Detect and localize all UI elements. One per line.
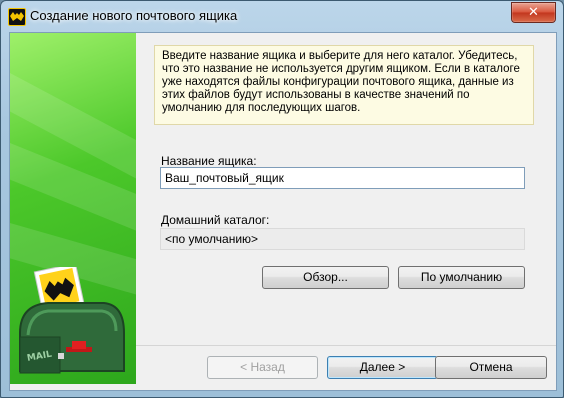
browse-button[interactable]: Обзор... bbox=[262, 266, 389, 289]
wizard-client-area: MAIL Введите название ящика и выберите д… bbox=[9, 32, 557, 391]
side-banner: MAIL bbox=[10, 33, 136, 384]
next-button[interactable]: Далее > bbox=[327, 356, 438, 379]
mailbox-name-input[interactable]: Ваш_почтовый_ящик bbox=[160, 167, 525, 189]
default-dir-button[interactable]: По умолчанию bbox=[398, 266, 525, 289]
footer-divider bbox=[136, 345, 556, 346]
title-bar[interactable]: Создание нового почтового ящика ✕ bbox=[1, 1, 563, 31]
home-dir-field: <по умолчанию> bbox=[160, 228, 525, 250]
bat-app-icon bbox=[8, 8, 26, 26]
back-button[interactable]: < Назад bbox=[207, 356, 318, 379]
info-box: Введите название ящика и выберите для не… bbox=[154, 45, 534, 125]
wizard-window: Создание нового почтового ящика ✕ MAIL В… bbox=[0, 0, 564, 398]
window-title: Создание нового почтового ящика bbox=[30, 8, 238, 23]
cancel-button[interactable]: Отмена bbox=[435, 356, 547, 379]
home-dir-label: Домашний каталог: bbox=[161, 213, 270, 227]
mailbox-icon: MAIL bbox=[19, 267, 125, 374]
info-text: Введите название ящика и выберите для не… bbox=[162, 50, 520, 114]
mailbox-name-label: Название ящика: bbox=[161, 154, 257, 168]
close-button[interactable]: ✕ bbox=[511, 2, 556, 23]
